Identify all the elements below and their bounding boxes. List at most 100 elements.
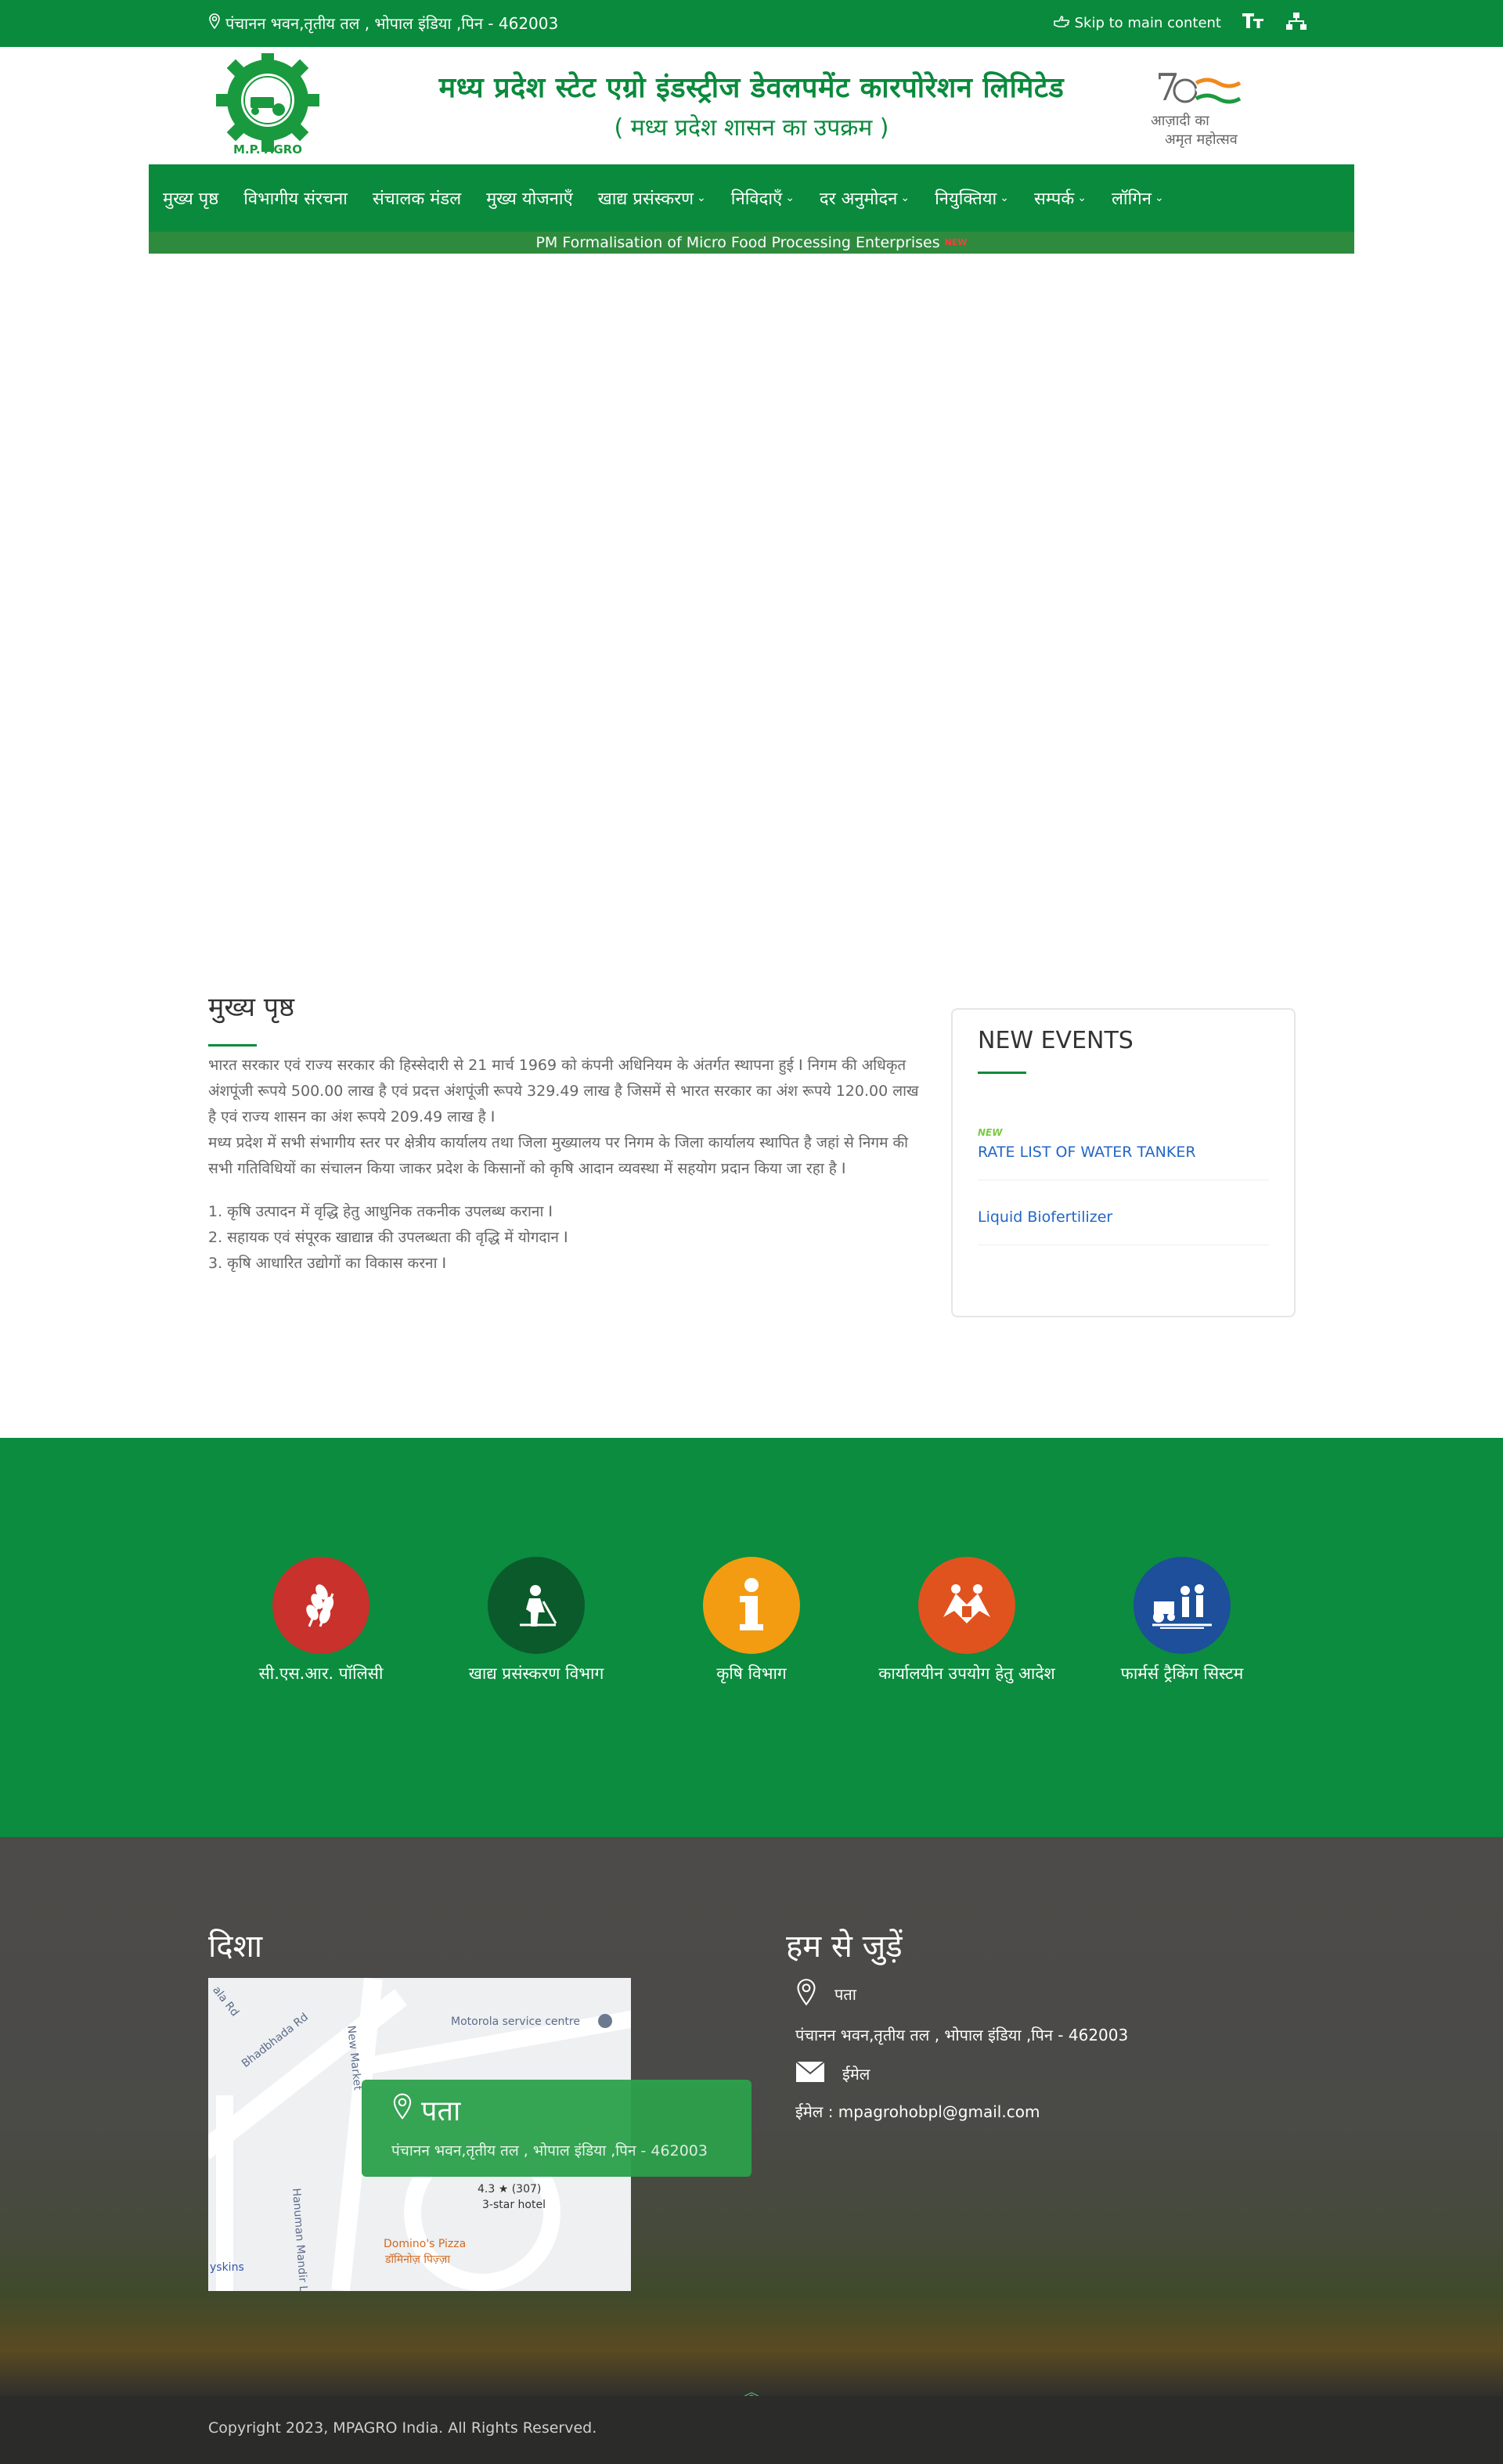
contact-address-text: पंचानन भवन,तृतीय तल , भोपाल इंडिया ,पिन …	[795, 2026, 1129, 2044]
events-title: NEW EVENTS	[978, 1027, 1134, 1054]
chevron-down-icon: ⌄	[785, 192, 795, 204]
service-farmers-tracking[interactable]: फार्मर्स ट्रैकिंग सिस्टम	[1088, 1557, 1276, 1685]
pm-fme-link[interactable]: PM Formalisation of Micro Food Processin…	[535, 234, 939, 251]
nav-item-login[interactable]: लॉगिन ⌄	[1112, 186, 1164, 210]
contact-email-label: ईमेल	[842, 2065, 870, 2084]
top-bar: पंचानन भवन,तृतीय तल , भोपाल इंडिया ,पिन …	[0, 0, 1503, 47]
main-nav: मुख्य पृष्ठ विभागीय संरचना संचालक मंडल म…	[149, 164, 1354, 232]
top-address-text: पंचानन भवन,तृतीय तल , भोपाल इंडिया ,पिन …	[225, 14, 559, 33]
logo-text: M.P. AGRO	[232, 142, 302, 157]
nav-item-label: सम्पर्क	[1033, 189, 1075, 209]
hero-caption-line2: "मध्य प्रदेश"	[625, 622, 878, 686]
skip-label: Skip to main content	[1074, 14, 1221, 31]
map-address-card: पता पंचानन भवन,तृतीय तल , भोपाल इंडिया ,…	[362, 2080, 752, 2177]
service-label: कार्यालयीन उपयोग हेतु आदेश	[878, 1664, 1055, 1683]
hand-pointer-icon	[1053, 14, 1070, 32]
sitemap-icon[interactable]	[1285, 12, 1307, 34]
nav-item-tenders[interactable]: निविदाएँ ⌄	[731, 186, 795, 210]
hands-icon	[918, 1557, 1015, 1654]
nav-item-rate-approval[interactable]: दर अनुमोदन ⌄	[820, 186, 910, 210]
farming-icon	[1134, 1557, 1231, 1654]
nav-item-label: दर अनुमोदन	[819, 189, 898, 209]
hero-hills	[0, 460, 1503, 484]
chevron-down-icon: ⌄	[900, 192, 910, 204]
azadi-text-2: अमृत महोत्सव	[1165, 131, 1238, 148]
top-address: पंचानन भवन,तृतीय तल , भोपाल इंडिया ,पिन …	[208, 13, 558, 34]
chevron-down-icon: ⌄	[1000, 192, 1009, 204]
site-header: M.P. AGRO मध्य प्रदेश स्टेट एग्रो इंडस्ट…	[0, 47, 1503, 164]
site-title: मध्य प्रदेश स्टेट एग्रो इंडस्ट्रीज डेवलप…	[391, 67, 1112, 142]
service-label: खाद्य प्रसंस्करण विभाग	[468, 1664, 604, 1683]
address-card-label: पता	[421, 2095, 461, 2127]
direction-title: दिशा	[208, 1929, 263, 1965]
event-link[interactable]: Liquid Biofertilizer	[978, 1209, 1269, 1226]
service-office-orders[interactable]: कार्यालयीन उपयोग हेतु आदेश	[873, 1557, 1061, 1685]
slider-prev-arrow[interactable]: ‹	[19, 601, 78, 661]
about-point: 2. सहायक एवं संपूरक खाद्यान्न की उपलब्धत…	[208, 1229, 568, 1246]
nav-item-recruitment[interactable]: नियुक्तिया ⌄	[935, 186, 1009, 210]
nav-item-home[interactable]: मुख्य पृष्ठ	[163, 186, 218, 210]
map-label: 3-star hotel	[482, 2199, 546, 2211]
map-label: yskins	[210, 2261, 244, 2274]
title-underline	[978, 1072, 1026, 1074]
contact-email: ईमेल ईमेल : mpagrohobpl@gmail.com	[795, 2061, 1040, 2122]
service-label: कृषि विभाग	[716, 1664, 787, 1683]
nav-item-department-structure[interactable]: विभागीय संरचना	[243, 186, 348, 210]
chevron-down-icon: ⌄	[1077, 192, 1087, 204]
contact-email-text[interactable]: ईमेल : mpagrohobpl@gmail.com	[795, 2101, 1040, 2122]
location-pin-icon	[795, 1978, 817, 2010]
map-label: Hanuman Mandir Ln	[290, 2188, 310, 2291]
font-size-icon[interactable]	[1242, 11, 1265, 34]
contact-address-label: पता	[834, 1985, 856, 2004]
hero-slider: ‹ › विकास के पथ पर बढ़ता "मध्य प्रदेश"	[0, 194, 1503, 886]
about-point: 3. कृषि आधारित उद्योगों का विकास करना I	[208, 1255, 447, 1272]
nav-item-label: मुख्य पृष्ठ	[163, 189, 219, 209]
map-label: Bhadbhada Rd	[239, 2011, 311, 2070]
about-paragraph-1: भारत सरकार एवं राज्य सरकार की हिस्सेदारी…	[208, 1057, 919, 1126]
map-label: Domino's Pizza	[384, 2238, 467, 2250]
services-section: सी.एस.आर. पॉलिसी खाद्य प्रसंस्करण विभाग …	[0, 1438, 1503, 1837]
copyright-bar: Copyright 2023, MPAGRO India. All Rights…	[0, 2396, 1503, 2464]
service-label: सी.एस.आर. पॉलिसी	[258, 1664, 384, 1683]
map-label: ala Rd	[210, 1983, 241, 2019]
nav-item-main-schemes[interactable]: मुख्य योजनाएँ	[486, 186, 573, 210]
footer: दिशा हम से जुड़ें Motorola service centr…	[0, 1837, 1503, 2396]
mp-agro-logo[interactable]: M.P. AGRO	[216, 49, 319, 160]
service-csr-policy[interactable]: सी.एस.आर. पॉलिसी	[227, 1557, 415, 1685]
farmer-icon	[488, 1557, 585, 1654]
skip-to-content-link[interactable]: Skip to main content	[1053, 14, 1221, 32]
info-icon	[703, 1557, 800, 1654]
map-label: 4.3 ★ (307)	[478, 2183, 542, 2196]
nav-item-label: विभागीय संरचना	[243, 189, 348, 209]
nav-item-food-processing[interactable]: खाद्य प्रसंस्करण ⌄	[598, 186, 706, 210]
new-events-panel: NEW EVENTS NEW RATE LIST OF WATER TANKER…	[951, 1008, 1296, 1317]
service-food-processing[interactable]: खाद्य प्रसंस्करण विभाग	[442, 1557, 630, 1685]
slider-next-arrow[interactable]: ›	[1425, 601, 1484, 661]
nav-item-board-of-directors[interactable]: संचालक मंडल	[373, 186, 461, 210]
nav-item-label: नियुक्तिया	[935, 189, 997, 209]
event-link[interactable]: RATE LIST OF WATER TANKER	[978, 1144, 1269, 1161]
nav-item-label: संचालक मंडल	[372, 189, 462, 209]
chevron-down-icon: ⌄	[1154, 192, 1164, 204]
nav-item-label: खाद्य प्रसंस्करण	[597, 189, 694, 209]
address-card-heading: पता	[391, 2091, 722, 2129]
about-point: 1. कृषि उत्पादन में वृद्धि हेतु आधुनिक त…	[208, 1203, 553, 1220]
title-underline	[208, 1044, 257, 1046]
map-label: डॉमिनोज़ पिज़्ज़ा	[385, 2253, 450, 2266]
connect-title: हम से जुड़ें	[786, 1929, 903, 1965]
tractor-image	[784, 437, 986, 596]
new-badge: NEW	[944, 237, 968, 247]
service-agriculture-dept[interactable]: कृषि विभाग	[658, 1557, 845, 1685]
event-item: NEW RATE LIST OF WATER TANKER	[978, 1119, 1269, 1180]
nav-item-contact[interactable]: सम्पर्क ⌄	[1034, 186, 1087, 210]
pm-fme-link-bar[interactable]: PM Formalisation of Micro Food Processin…	[149, 232, 1354, 254]
about-title: मुख्य पृष्ठ	[208, 992, 295, 1023]
nav-item-label: मुख्य योजनाएँ	[486, 189, 573, 209]
new-badge: NEW	[978, 1127, 1003, 1138]
location-pin-icon	[208, 13, 221, 33]
hero-caption: विकास के पथ पर बढ़ता "मध्य प्रदेश"	[0, 556, 1503, 687]
hero-field-rows	[0, 452, 1503, 886]
service-label: फार्मर्स ट्रैकिंग सिस्टम	[1120, 1664, 1244, 1683]
location-pin-icon	[391, 2093, 413, 2127]
about-paragraph-2: मध्य प्रदेश में सभी संभागीय स्तर पर क्षे…	[208, 1134, 909, 1177]
